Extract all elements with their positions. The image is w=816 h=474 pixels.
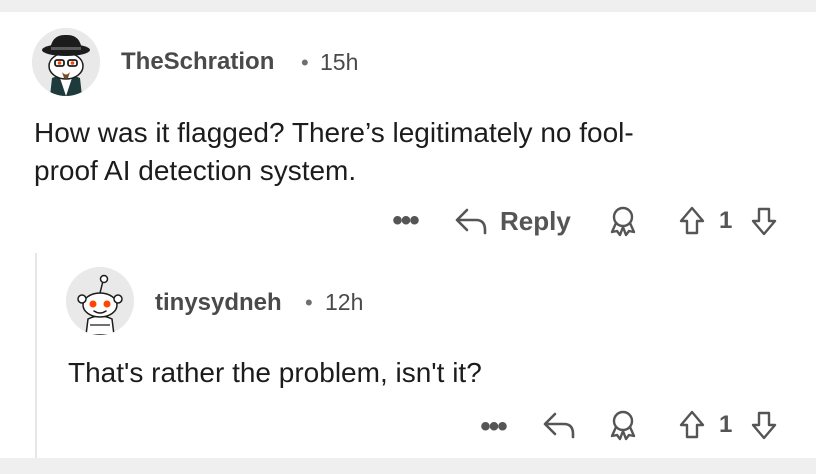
comment-timestamp: 15h: [320, 49, 359, 75]
vote-count: 1: [719, 411, 733, 438]
reply-icon: [455, 208, 487, 235]
reply-icon: [543, 412, 575, 439]
downvote-icon: [751, 207, 777, 236]
downvote-button[interactable]: [748, 407, 780, 443]
bottom-divider: [0, 458, 816, 474]
more-options-button[interactable]: •••: [388, 206, 422, 236]
avatar[interactable]: [32, 28, 100, 96]
award-icon: [610, 410, 636, 441]
upvote-button[interactable]: [676, 203, 708, 239]
award-button[interactable]: [606, 407, 640, 443]
upvote-icon: [679, 206, 705, 235]
comment-author[interactable]: tinysydneh: [155, 289, 282, 317]
vote-count: 1: [719, 207, 733, 234]
downvote-button[interactable]: [748, 203, 780, 239]
more-options-button[interactable]: •••: [476, 412, 510, 442]
snoo-hat-avatar-icon: [32, 28, 100, 96]
top-divider: [0, 0, 816, 12]
thread-line[interactable]: [35, 253, 37, 458]
comment-timestamp: 12h: [325, 289, 364, 315]
comment-body: That's rather the problem, isn't it?: [68, 357, 482, 388]
downvote-icon: [751, 411, 777, 440]
comment-body-line: proof AI detection system.: [34, 155, 357, 186]
comment-body-line: How was it flagged? There’s legitimately…: [34, 117, 634, 148]
meta-separator: •: [305, 290, 313, 315]
comment-body: How was it flagged? There’s legitimately…: [34, 114, 794, 190]
avatar[interactable]: [66, 267, 134, 335]
comment-author[interactable]: TheSchration: [121, 48, 274, 76]
reply-label: Reply: [500, 205, 571, 236]
upvote-button[interactable]: [676, 407, 708, 443]
meta-separator: •: [301, 50, 309, 75]
upvote-icon: [679, 410, 705, 439]
snoo-default-avatar-icon: [66, 267, 134, 335]
reply-button[interactable]: [540, 407, 578, 443]
reply-button[interactable]: Reply: [454, 202, 571, 240]
award-button[interactable]: [606, 203, 640, 239]
award-icon: [610, 206, 636, 237]
